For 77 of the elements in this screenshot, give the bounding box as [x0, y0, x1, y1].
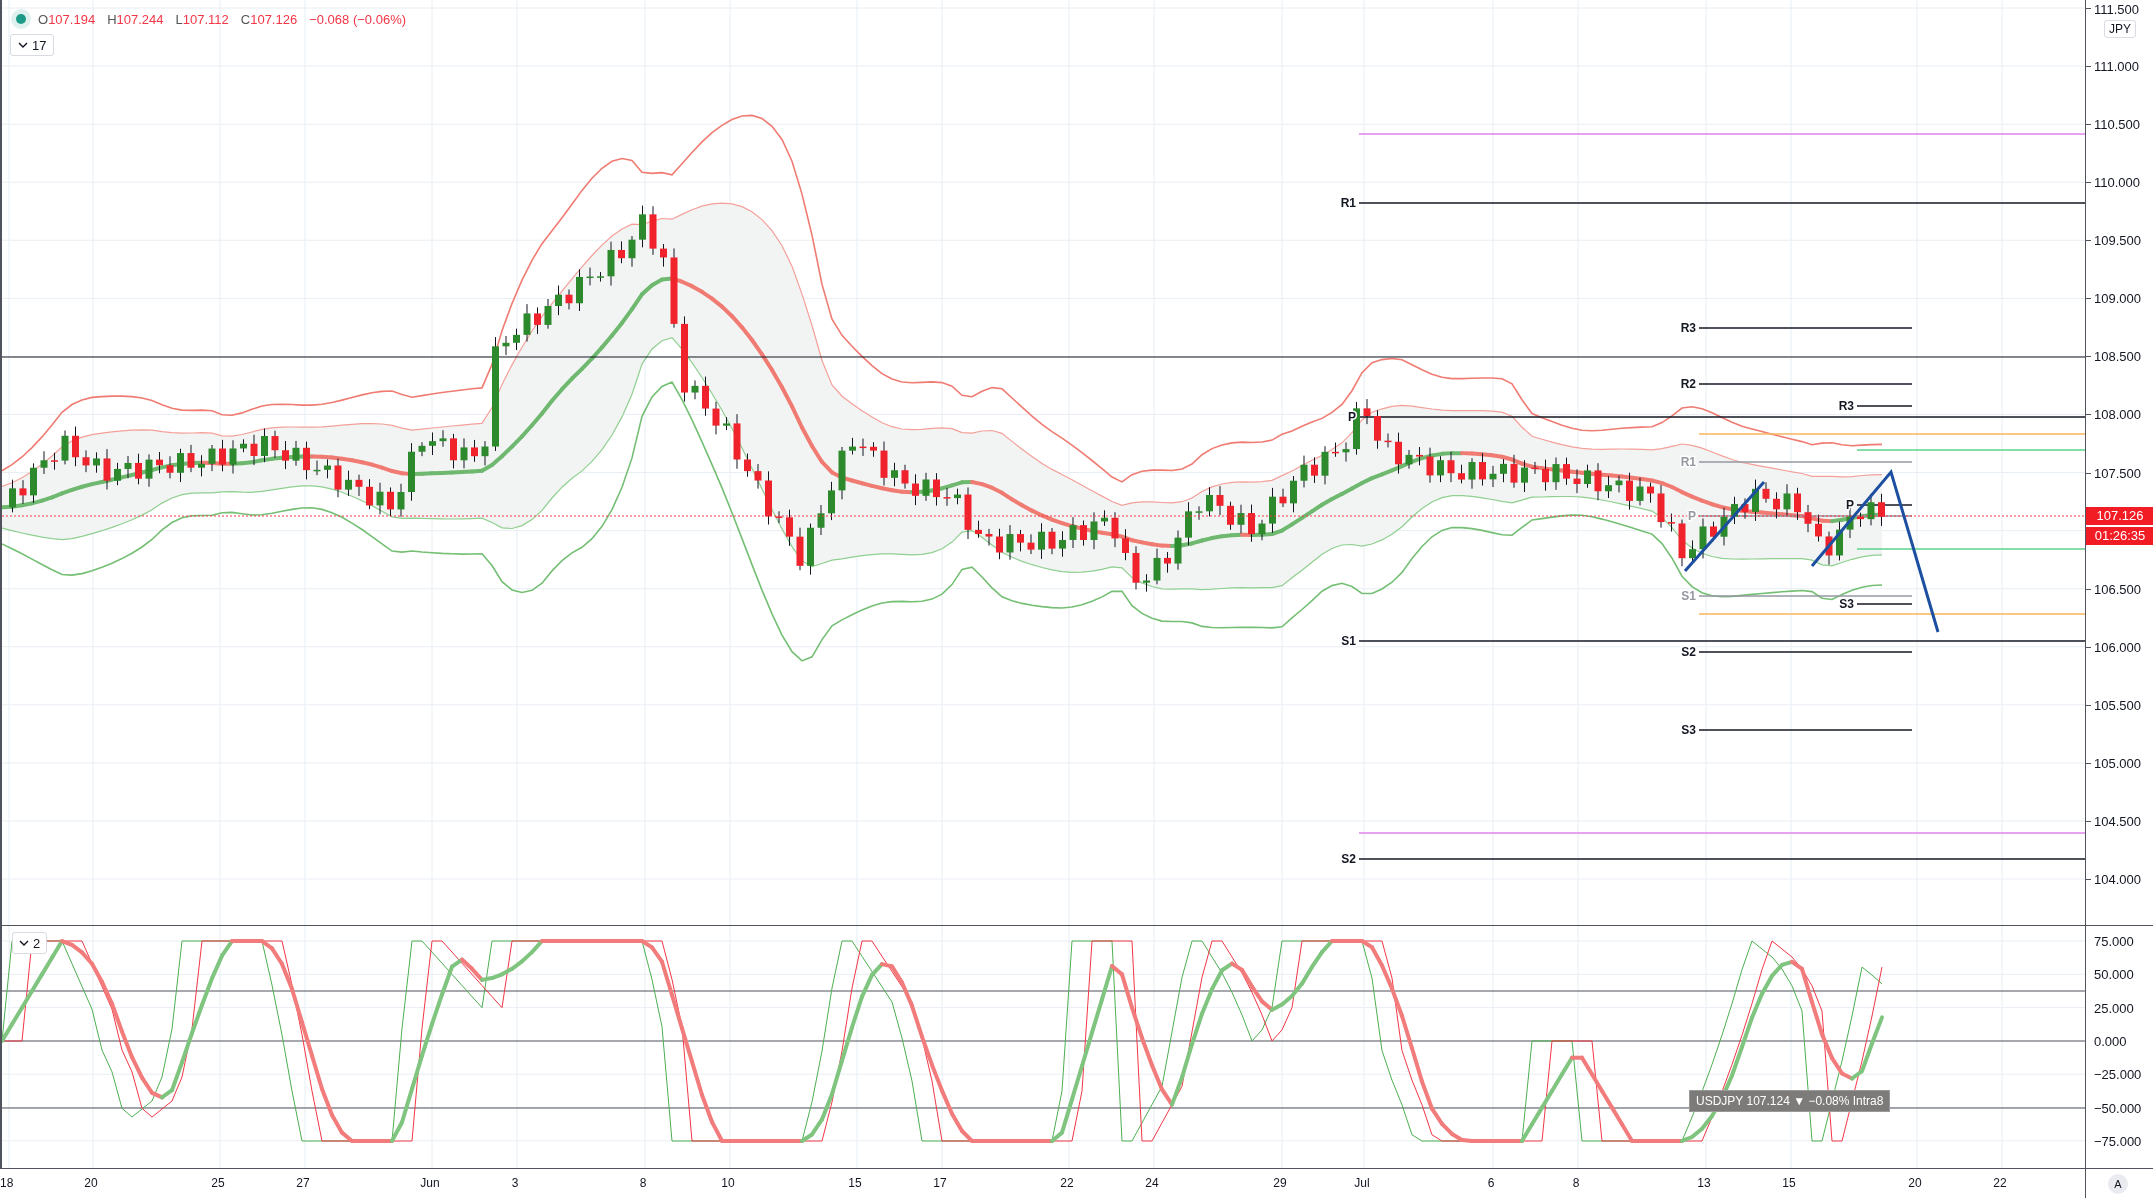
price-axis-label: 110.500 — [2094, 116, 2141, 132]
time-axis-label: 8 — [1572, 1176, 1580, 1190]
ohlc-value: 107.126 — [250, 11, 298, 27]
auto-scale-button[interactable]: A — [2108, 1174, 2128, 1194]
oscillator-axis-label: −75.000 — [2094, 1133, 2142, 1149]
chevron-down-icon — [19, 939, 29, 947]
indicator-toggle-button[interactable]: 2 — [12, 932, 48, 954]
price-axis-label: 111.000 — [2094, 58, 2140, 74]
price-axis-label: 104.500 — [2094, 813, 2141, 829]
time-axis-label: Jul — [1354, 1176, 1370, 1190]
time-axis-label: 8 — [639, 1176, 647, 1190]
countdown-tag: 01:26:35 — [2086, 527, 2153, 545]
price-axis-label: 105.500 — [2094, 697, 2141, 713]
pivot-label: R1 — [1340, 196, 1356, 210]
oscillator-axis-label: 0.000 — [2094, 1033, 2127, 1049]
time-axis-label: 17 — [933, 1176, 947, 1190]
price-axis-label: 111.500 — [2094, 1, 2140, 17]
time-axis-label: 15 — [848, 1176, 862, 1190]
oscillator-axis-label: −50.000 — [2094, 1100, 2142, 1115]
pivot-label: S1 — [1681, 589, 1696, 603]
time-axis-label: 25 — [211, 1176, 225, 1190]
price-axis-label: 109.000 — [2094, 290, 2141, 306]
price-axis-label: 106.500 — [2094, 581, 2141, 597]
currency-button[interactable]: JPY — [2104, 20, 2136, 38]
time-axis-label: Jun — [420, 1176, 440, 1190]
pivot-line — [1856, 603, 1913, 605]
pivot-label: S1 — [1341, 634, 1356, 648]
ohlc-label: L — [175, 11, 183, 27]
price-axis-label: 109.500 — [2094, 232, 2141, 248]
time-axis-label: 22 — [1993, 1176, 2007, 1190]
time-axis-label: 13 — [1697, 1176, 1711, 1190]
time-axis-label: 29 — [1273, 1176, 1287, 1190]
pivot-label: S2 — [1681, 645, 1696, 659]
price-axis-label: 110.000 — [2094, 174, 2141, 190]
time-axis-label: 24 — [1145, 1176, 1159, 1190]
price-axis-label: 106.000 — [2094, 639, 2141, 655]
pivot-label: R3 — [1838, 399, 1854, 413]
last-price-tag: 107.126 — [2086, 507, 2153, 525]
time-axis-label: 10 — [721, 1176, 735, 1190]
oscillator-axis-label: 50.000 — [2094, 966, 2134, 982]
ohlc-label: H — [107, 11, 117, 27]
price-axis-label: 104.000 — [2094, 871, 2141, 887]
time-axis-label: 15 — [1782, 1176, 1796, 1190]
status-dot-icon — [10, 8, 32, 30]
ohlc-value: 107.112 — [182, 11, 229, 27]
price-axis-label: 105.000 — [2094, 755, 2141, 771]
time-axis-label: 18 — [0, 1176, 14, 1190]
chevron-down-icon — [18, 41, 28, 49]
ohlc-value: 107.194 — [48, 11, 96, 27]
price-axis-label: 108.000 — [2094, 407, 2141, 422]
time-axis-label: 3 — [511, 1176, 519, 1190]
time-axis-label: 20 — [84, 1176, 98, 1190]
time-axis-label: 27 — [296, 1176, 310, 1190]
pivot-label: S3 — [1681, 723, 1696, 737]
pivot-label: R3 — [1680, 321, 1696, 335]
price-axis-label: 108.500 — [2094, 348, 2141, 364]
pivot-line — [1856, 405, 1913, 407]
ohlc-value: 107.244 — [116, 11, 164, 27]
pivot-label: R1 — [1680, 455, 1696, 469]
pivot-label: S2 — [1341, 852, 1356, 866]
oscillator-axis-label: 75.000 — [2094, 933, 2134, 949]
indicator-toggle-button[interactable]: 17 — [10, 34, 55, 56]
price-change: −0.068 (−0.06%) — [309, 11, 407, 27]
time-axis-label: 20 — [1908, 1176, 1922, 1190]
pivot-label: P — [1688, 509, 1696, 523]
pivot-line — [1856, 504, 1913, 506]
oscillator-axis-label: 25.000 — [2094, 1000, 2134, 1016]
ohlc-label: O — [38, 11, 49, 27]
pivot-label: S3 — [1839, 597, 1854, 611]
time-axis-label: 6 — [1487, 1176, 1495, 1190]
ohlc-label: C — [240, 11, 251, 27]
pivot-label: P — [1846, 498, 1854, 512]
price-axis-label: 107.500 — [2094, 465, 2141, 481]
pivot-label: R2 — [1680, 377, 1696, 391]
time-axis-label: 22 — [1060, 1176, 1074, 1190]
price-tooltip: USDJPY 107.124 ▼ −0.08% Intra8 — [1689, 1090, 1891, 1112]
oscillator-axis-label: −25.000 — [2094, 1066, 2142, 1082]
